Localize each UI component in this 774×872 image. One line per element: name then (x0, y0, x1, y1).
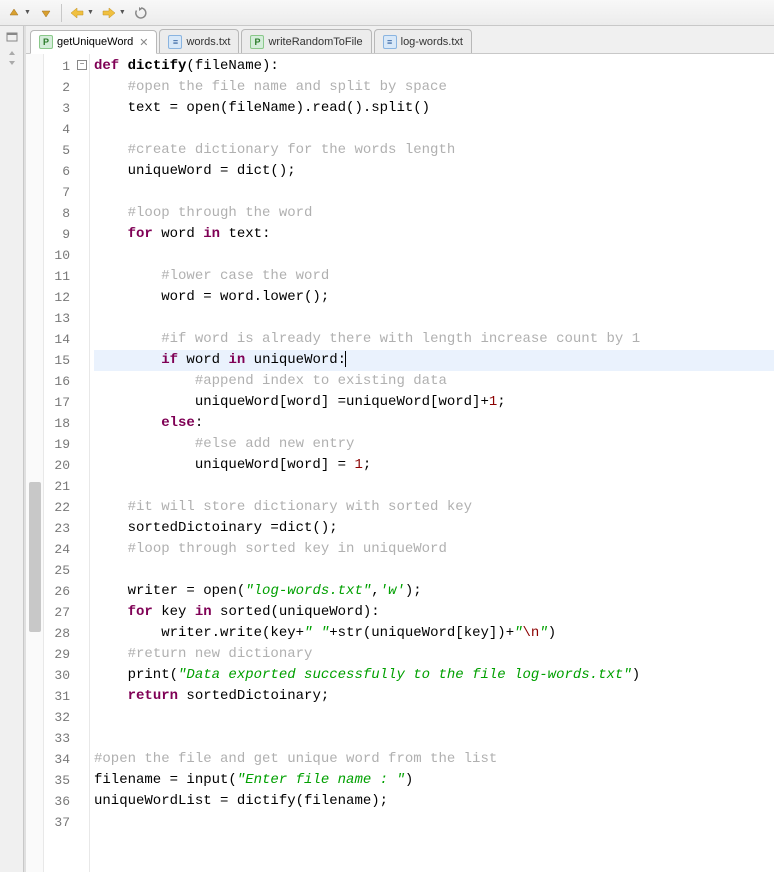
python-file-icon: P (250, 35, 264, 49)
code-line[interactable]: #open the file and get unique word from … (94, 749, 774, 770)
code-line[interactable] (94, 119, 774, 140)
dropdown-icon[interactable]: ▼ (87, 9, 94, 16)
left-sidebar-gutter (0, 26, 24, 872)
code-line[interactable]: else: (94, 413, 774, 434)
dropdown-icon[interactable]: ▼ (24, 9, 31, 16)
code-line[interactable] (94, 308, 774, 329)
code-line[interactable] (94, 707, 774, 728)
back-icon[interactable] (67, 3, 87, 23)
tab-words[interactable]: ≡ words.txt (159, 29, 239, 53)
forward-icon[interactable] (99, 3, 119, 23)
minimize-view-icon[interactable] (5, 30, 19, 44)
code-line[interactable]: #if word is already there with length in… (94, 329, 774, 350)
code-line[interactable]: uniqueWord = dict(); (94, 161, 774, 182)
code-line[interactable] (94, 476, 774, 497)
editor-tab-bar: P getUniqueWord ✕ ≡ words.txt P writeRan… (26, 26, 774, 54)
ruler-thumb[interactable] (29, 482, 41, 632)
line-number-gutter: 1234567891011121314151617181920212223242… (44, 54, 76, 872)
code-line[interactable]: #return new dictionary (94, 644, 774, 665)
nav-down-icon[interactable] (36, 3, 56, 23)
refresh-icon[interactable] (131, 3, 151, 23)
scroll-hint-icon[interactable] (7, 50, 17, 66)
code-line[interactable]: #create dictionary for the words length (94, 140, 774, 161)
code-line[interactable] (94, 560, 774, 581)
code-line[interactable]: #loop through sorted key in uniqueWord (94, 539, 774, 560)
code-line[interactable]: #append index to existing data (94, 371, 774, 392)
python-file-icon: P (39, 35, 53, 49)
code-line[interactable]: filename = input("Enter file name : ") (94, 770, 774, 791)
code-line[interactable] (94, 182, 774, 203)
overview-ruler[interactable] (26, 54, 44, 872)
text-file-icon: ≡ (383, 35, 397, 49)
tab-label: words.txt (186, 36, 230, 48)
main-area: P getUniqueWord ✕ ≡ words.txt P writeRan… (0, 26, 774, 872)
dropdown-icon[interactable]: ▼ (119, 9, 126, 16)
tab-label: log-words.txt (401, 36, 463, 48)
code-line[interactable]: uniqueWord[word] =uniqueWord[word]+1; (94, 392, 774, 413)
fold-toggle-icon[interactable]: − (77, 60, 87, 70)
code-line[interactable]: for word in text: (94, 224, 774, 245)
code-line[interactable]: if word in uniqueWord: (94, 350, 774, 371)
code-line[interactable]: writer.write(key+" "+str(uniqueWord[key]… (94, 623, 774, 644)
close-icon[interactable]: ✕ (139, 36, 148, 49)
tab-logwords[interactable]: ≡ log-words.txt (374, 29, 472, 53)
nav-up-icon[interactable] (4, 3, 24, 23)
code-line[interactable]: #lower case the word (94, 266, 774, 287)
text-file-icon: ≡ (168, 35, 182, 49)
code-line[interactable]: writer = open("log-words.txt",'w'); (94, 581, 774, 602)
tab-label: getUniqueWord (57, 36, 133, 48)
toolbar-separator (61, 4, 62, 22)
code-line[interactable]: def dictify(fileName): (94, 56, 774, 77)
code-line[interactable] (94, 812, 774, 833)
code-line[interactable]: uniqueWordList = dictify(filename); (94, 791, 774, 812)
code-line[interactable]: text = open(fileName).read().split() (94, 98, 774, 119)
code-line[interactable]: uniqueWord[word] = 1; (94, 455, 774, 476)
code-line[interactable]: #else add new entry (94, 434, 774, 455)
main-toolbar: ▼ ▼ ▼ (0, 0, 774, 26)
code-line[interactable] (94, 728, 774, 749)
tab-label: writeRandomToFile (268, 36, 362, 48)
editor-container: P getUniqueWord ✕ ≡ words.txt P writeRan… (24, 26, 774, 872)
code-line[interactable]: return sortedDictoinary; (94, 686, 774, 707)
tab-writerandom[interactable]: P writeRandomToFile (241, 29, 371, 53)
fold-gutter[interactable]: − (76, 54, 90, 872)
tab-getuniqueword[interactable]: P getUniqueWord ✕ (30, 30, 157, 54)
code-line[interactable]: #loop through the word (94, 203, 774, 224)
editor-body[interactable]: 1234567891011121314151617181920212223242… (26, 54, 774, 872)
code-line[interactable]: word = word.lower(); (94, 287, 774, 308)
code-text-area[interactable]: def dictify(fileName): #open the file na… (90, 54, 774, 872)
code-line[interactable] (94, 245, 774, 266)
code-line[interactable]: print("Data exported successfully to the… (94, 665, 774, 686)
code-line[interactable]: #open the file name and split by space (94, 77, 774, 98)
code-line[interactable]: sortedDictoinary =dict(); (94, 518, 774, 539)
code-line[interactable]: #it will store dictionary with sorted ke… (94, 497, 774, 518)
code-line[interactable]: for key in sorted(uniqueWord): (94, 602, 774, 623)
